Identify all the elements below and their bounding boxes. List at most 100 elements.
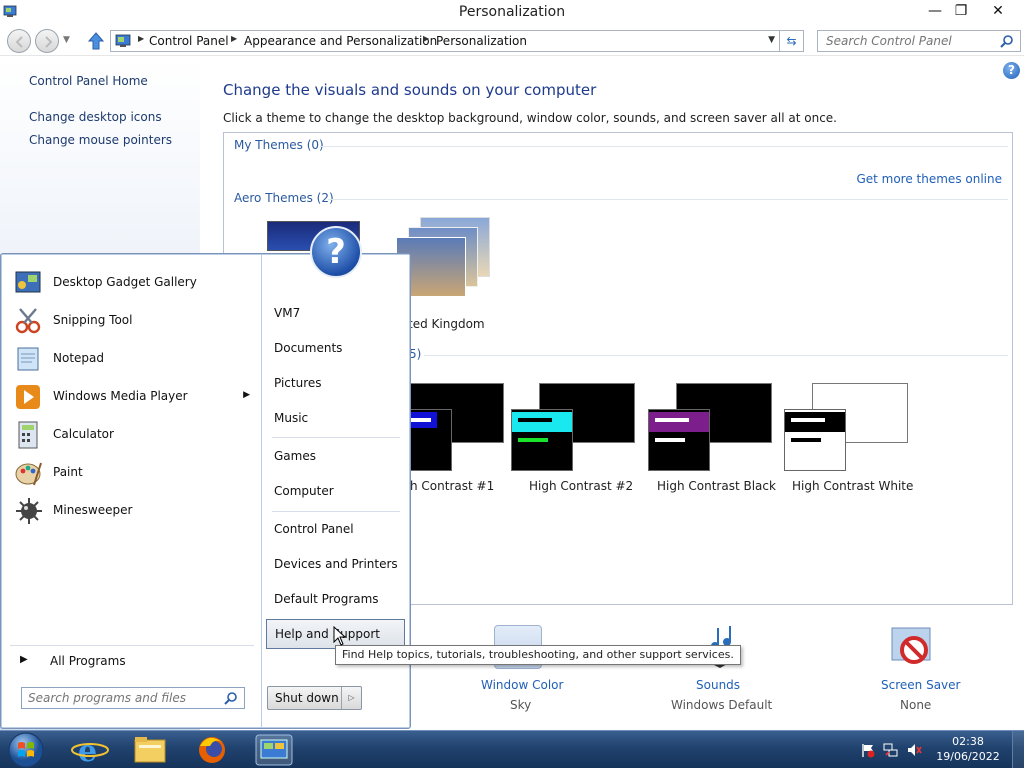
forward-button[interactable] [35,29,59,53]
refresh-icon[interactable]: ⇆ [779,31,803,51]
sounds-tile[interactable]: Sounds Windows Default [666,622,776,722]
calculator-icon [18,421,38,449]
place-computer[interactable]: Computer [266,477,405,507]
system-clock[interactable]: 02:38 19/06/2022 [930,734,1006,764]
group-divider [424,355,1008,356]
submenu-arrow-icon[interactable]: ▶ [243,390,250,400]
internet-explorer-icon[interactable]: e [62,732,118,767]
window-color-label[interactable]: Window Color [481,678,563,692]
show-desktop-button[interactable] [1012,731,1024,768]
high-contrast-white-thumbnail[interactable] [784,383,910,475]
place-games[interactable]: Games [266,442,405,472]
control-panel-home-link[interactable]: Control Panel Home [29,74,148,88]
screen-saver-tile[interactable]: Screen Saver None [870,622,980,722]
start-button-windows-icon[interactable] [4,730,48,768]
place-control-panel[interactable]: Control Panel [266,515,405,545]
program-label: Calculator [53,427,114,441]
place-label: Control Panel [274,522,354,536]
high-contrast-black-thumbnail[interactable] [648,383,774,475]
change-mouse-pointers-link[interactable]: Change mouse pointers [29,133,172,147]
mouse-cursor-icon [333,626,347,646]
united-kingdom-theme-thumbnail[interactable] [396,217,496,317]
window-color-value: Sky [510,698,532,712]
theme-label-high-contrast-2[interactable]: High Contrast #2 [529,479,633,493]
breadcrumb-appearance[interactable]: Appearance and Personalization [244,34,437,48]
all-programs-button[interactable]: ▶ All Programs [14,652,254,672]
control-panel-taskbar-icon[interactable] [246,732,302,767]
search-control-panel[interactable] [817,30,1021,52]
group-divider [320,146,1008,147]
get-more-themes-link[interactable]: Get more themes online [856,172,1002,186]
user-picture-help-icon: ? [310,226,362,278]
sounds-label[interactable]: Sounds [696,678,740,692]
clock-time: 02:38 [952,735,984,748]
high-contrast-1-thumbnail[interactable] [390,383,504,475]
start-search-input[interactable] [22,688,220,708]
window-color-tile[interactable]: Window Color Sky [470,622,570,722]
action-center-flag-icon[interactable] [860,742,876,758]
help-icon[interactable]: ? [1003,62,1020,79]
mine-icon [16,498,42,524]
all-programs-label: All Programs [50,654,126,668]
start-search-box[interactable] [21,687,245,709]
chevron-right-icon[interactable]: ▶ [231,34,237,43]
my-themes-header[interactable]: My Themes (0) [234,138,324,152]
program-calculator[interactable]: Calculator [14,419,254,451]
triangle-right-icon: ▶ [20,654,28,665]
restore-button[interactable]: ❐ [946,2,976,22]
media-player-icon [16,385,40,409]
aero-themes-header[interactable]: Aero Themes (2) [234,191,334,205]
program-snipping-tool[interactable]: Snipping Tool [14,305,254,337]
control-panel-icon [115,34,131,47]
screen-saver-icon [891,627,931,664]
back-arrow-icon [15,36,23,48]
place-devices-and-printers[interactable]: Devices and Printers [266,550,405,580]
program-label: Snipping Tool [53,313,133,327]
file-explorer-folder-icon[interactable] [122,732,178,767]
place-vm7[interactable]: VM7 [266,299,405,329]
search-icon[interactable] [224,691,238,705]
shutdown-options-arrow-icon[interactable]: ▷ [341,687,361,709]
theme-label-high-contrast-white[interactable]: High Contrast White [792,479,913,493]
taskbar: e 02:38 19/06/2022 [0,730,1024,768]
screen-saver-value: None [900,698,932,712]
search-input[interactable] [818,31,998,51]
up-arrow-icon[interactable] [86,30,106,52]
theme-label-high-contrast-black[interactable]: High Contrast Black [657,479,776,493]
screen-saver-label[interactable]: Screen Saver [881,678,960,692]
address-dropdown-icon[interactable]: ▼ [768,35,775,45]
change-desktop-icons-link[interactable]: Change desktop icons [29,110,162,124]
scissors-icon [15,308,41,334]
recent-pages-dropdown-icon[interactable]: ▼ [63,35,70,45]
place-label: Devices and Printers [274,557,398,571]
chevron-right-icon[interactable]: ▶ [423,34,429,43]
place-label: Documents [274,341,343,355]
close-button[interactable]: ✕ [983,2,1013,22]
firefox-icon[interactable] [184,732,240,767]
network-icon[interactable] [882,742,898,758]
program-minesweeper[interactable]: Minesweeper [14,495,254,527]
back-button[interactable] [7,29,31,53]
place-pictures[interactable]: Pictures [266,369,405,399]
address-bar: ▼ ▶ Control Panel ▶ Appearance and Perso… [0,26,1024,56]
gadget-gallery-icon [15,271,41,293]
volume-muted-icon[interactable] [906,742,922,758]
place-music[interactable]: Music [266,404,405,434]
breadcrumb[interactable]: ▶ Control Panel ▶ Appearance and Persona… [110,30,804,52]
breadcrumb-personalization[interactable]: Personalization [436,34,527,48]
program-desktop-gadget-gallery[interactable]: Desktop Gadget Gallery [14,267,254,299]
shut-down-button[interactable]: Shut down ▷ [267,686,362,710]
program-paint[interactable]: Paint [14,457,254,489]
program-windows-media-player[interactable]: Windows Media Player ▶ [14,381,254,413]
place-documents[interactable]: Documents [266,334,405,364]
search-icon[interactable] [1000,34,1014,48]
group-divider [328,199,1008,200]
breadcrumb-control-panel[interactable]: Control Panel [149,34,229,48]
place-default-programs[interactable]: Default Programs [266,585,405,615]
page-description: Click a theme to change the desktop back… [223,111,837,125]
high-contrast-2-thumbnail[interactable] [511,383,637,475]
theme-label-united-kingdom[interactable]: ted Kingdom [408,317,485,331]
program-label: Minesweeper [53,503,133,517]
program-notepad[interactable]: Notepad [14,343,254,375]
theme-label-high-contrast-1[interactable]: h Contrast #1 [410,479,494,493]
